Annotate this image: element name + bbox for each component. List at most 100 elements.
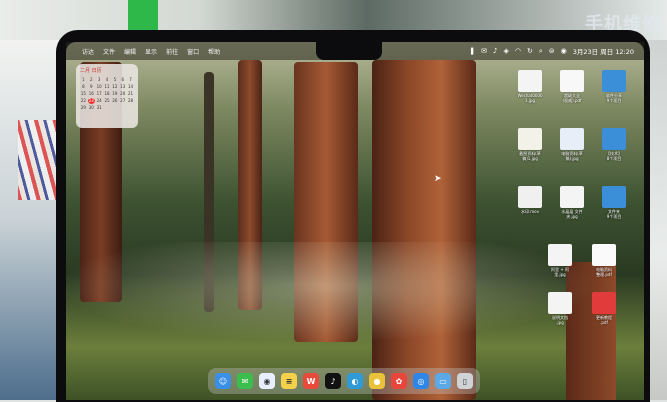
file-name: 说明文档 .jpg <box>552 315 568 325</box>
file-thumbnail-icon <box>518 128 542 150</box>
notes-icon[interactable]: ≡ <box>281 373 297 389</box>
calendar-day: 6 <box>121 77 124 82</box>
menu-file[interactable]: 文件 <box>103 47 115 56</box>
menu-finder[interactable]: 访达 <box>82 47 94 56</box>
calendar-day: 29 <box>80 105 86 110</box>
status-area: ❚ ✉ ♪ ◈ ◠ ↻ ⌕ ⊜ ◉ 3月23日 周日 12:20 <box>469 42 634 60</box>
toggle-icon[interactable]: ⊜ <box>549 47 555 55</box>
calendar-grid: 1 2 3 4 5 6 7 8 9 10 11 12 13 14 15 16 17 18 19 20 21 22 23 24 2… <box>80 77 134 111</box>
desktop-file[interactable]: 电脑资料 整理.pdf <box>584 244 624 277</box>
desktop-file[interactable]: 【技术】 8个项目 <box>594 128 634 161</box>
wifi-icon[interactable]: ◠ <box>515 47 521 55</box>
calendar-day: 13 <box>120 84 126 89</box>
menu-window[interactable]: 窗口 <box>187 47 199 56</box>
file-thumbnail-icon <box>560 186 584 208</box>
pen-holder <box>18 120 58 200</box>
file-name: 阿里 + 阿里.jpg <box>551 267 569 277</box>
calendar-day: 18 <box>104 91 110 96</box>
finder-icon[interactable]: ☺ <box>215 373 231 389</box>
siri-icon[interactable]: ◉ <box>561 47 567 55</box>
calendar-day: 12 <box>112 84 118 89</box>
calendar-day: 1 <box>82 77 85 82</box>
qq-icon[interactable]: ◉ <box>259 373 275 389</box>
search-icon[interactable]: ⌕ <box>539 47 543 56</box>
calendar-day: 28 <box>128 98 134 103</box>
calendar-day: 10 <box>96 84 102 89</box>
file-name: 超级大全 (权威).pdf <box>562 93 582 103</box>
store-green-sign <box>128 0 158 30</box>
file-thumbnail-icon <box>602 70 626 92</box>
file-thumbnail-icon <box>548 292 572 314</box>
file-thumbnail-icon <box>560 70 584 92</box>
desktop-file[interactable]: 文件夹 9个项目 <box>594 186 634 219</box>
safari-icon[interactable]: ◎ <box>413 373 429 389</box>
calendar-day: 24 <box>96 98 102 103</box>
calendar-day: 17 <box>96 91 102 96</box>
calendar-day: 15 <box>80 91 86 96</box>
menu-help[interactable]: 帮助 <box>208 47 220 56</box>
mouse-cursor-icon: ➤ <box>434 174 442 184</box>
file-thumbnail-icon <box>592 292 616 314</box>
file-name: 【技术】 8个项目 <box>606 151 622 161</box>
file-thumbnail-icon <box>548 244 572 266</box>
chrome-icon[interactable]: ● <box>369 373 385 389</box>
calendar-day: 23 <box>87 98 95 104</box>
calendar-day: 26 <box>112 98 118 103</box>
folder-icon[interactable]: ▭ <box>435 373 451 389</box>
calendar-day: 30 <box>88 105 94 110</box>
menu-edit[interactable]: 编辑 <box>124 47 136 56</box>
calendar-day: 8 <box>82 84 85 89</box>
file-name: 截图资料(草 稿)1.jpg <box>519 151 541 161</box>
calendar-day: 14 <box>128 84 134 89</box>
wechat-icon[interactable]: ✉ <box>481 47 487 55</box>
calendar-widget[interactable]: 二月 日历 1 2 3 4 5 6 7 8 9 10 11 12 13 14 15 16 17 18 19 20 21 2… <box>76 64 138 128</box>
wps-icon[interactable]: W <box>303 373 319 389</box>
calendar-title: 二月 日历 <box>80 68 102 74</box>
calendar-day: 19 <box>112 91 118 96</box>
trash-icon[interactable]: ▯ <box>457 373 473 389</box>
calendar-day: 7 <box>129 77 132 82</box>
calendar-day: 16 <box>88 91 94 96</box>
calendar-day: 3 <box>97 77 101 82</box>
menu-datetime[interactable]: 3月23日 周日 12:20 <box>573 46 634 56</box>
desktop-file[interactable]: 更新教程 .pdf <box>584 292 624 325</box>
file-thumbnail-icon <box>560 128 584 150</box>
file-thumbnail-icon <box>518 186 542 208</box>
desktop-file[interactable]: 软件分享 9个项目 <box>594 70 634 103</box>
dock: ☺ ✉ ◉ ≡ W ♪ ◐ ● ✿ ◎ ▭ ▯ <box>208 368 480 394</box>
calendar-day: 4 <box>105 77 109 82</box>
desktop-file[interactable]: 电脑资料(草 稿).jpg <box>552 128 592 161</box>
desktop-file[interactable]: 超级大全 (权威).pdf <box>552 70 592 103</box>
edge-icon[interactable]: ◐ <box>347 373 363 389</box>
file-thumbnail-icon <box>602 186 626 208</box>
file-name: 水印.mov <box>521 209 539 214</box>
calendar-day: 20 <box>120 91 126 96</box>
calendar-day: 27 <box>120 98 126 103</box>
file-name: 更新教程 .pdf <box>596 315 612 325</box>
calendar-day: 31 <box>96 105 102 110</box>
sync-icon[interactable]: ↻ <box>527 47 533 55</box>
desktop-file[interactable]: 水晶晶 文件 夹.jpg <box>552 186 592 219</box>
desktop-file[interactable]: 截图资料(草 稿)1.jpg <box>510 128 550 161</box>
file-name: 电脑资料(草 稿).jpg <box>561 151 583 161</box>
menu-view[interactable]: 显示 <box>145 47 157 56</box>
desktop-file[interactable]: Wechat0000 1.jpg <box>510 70 550 103</box>
file-name: 电脑资料 整理.pdf <box>596 267 612 277</box>
desktop-file[interactable]: 水印.mov <box>510 186 550 214</box>
tiktok-icon[interactable]: ♪ <box>493 47 497 55</box>
file-thumbnail-icon <box>602 128 626 150</box>
game-icon[interactable]: ◈ <box>503 47 508 55</box>
cluster-icon[interactable]: ✿ <box>391 373 407 389</box>
file-name: 水晶晶 文件 夹.jpg <box>561 209 583 219</box>
menu-go[interactable]: 前往 <box>166 47 178 56</box>
tiktok-icon[interactable]: ♪ <box>325 373 341 389</box>
file-name: 软件分享 9个项目 <box>606 93 622 103</box>
calendar-day: 11 <box>104 84 110 89</box>
wechat-icon[interactable]: ✉ <box>237 373 253 389</box>
file-thumbnail-icon <box>518 70 542 92</box>
desktop-file[interactable]: 阿里 + 阿里.jpg <box>540 244 580 277</box>
stacks-icon[interactable]: ❚ <box>469 47 475 55</box>
desktop-file[interactable]: 说明文档 .jpg <box>540 292 580 325</box>
file-name: 文件夹 9个项目 <box>606 209 622 219</box>
calendar-day: 5 <box>113 77 117 82</box>
